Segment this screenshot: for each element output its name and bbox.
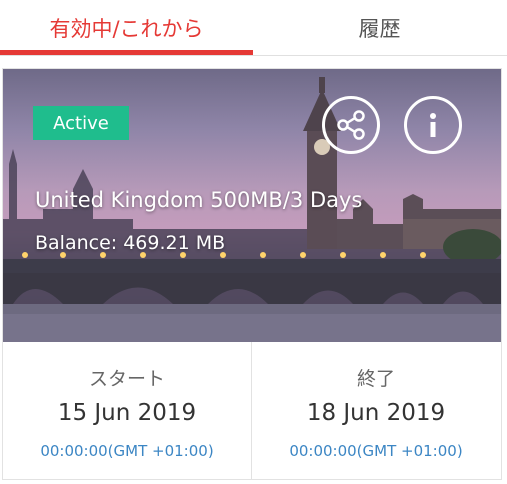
status-badge-text: Active — [53, 112, 109, 134]
plan-dates: スタート 15 Jun 2019 00:00:00(GMT +01:00) 終了… — [3, 342, 501, 479]
tab-active-upcoming-label: 有効中/これから — [49, 17, 204, 41]
tab-indicator — [0, 50, 253, 55]
tab-history[interactable]: 履歴 — [253, 0, 506, 56]
status-badge: Active — [33, 106, 129, 140]
share-button[interactable] — [322, 96, 380, 154]
end-date: 18 Jun 2019 — [306, 400, 446, 426]
plan-title: United Kingdom 500MB/3 Days — [35, 188, 363, 212]
tab-active-upcoming[interactable]: 有効中/これから — [0, 0, 253, 56]
start-time: 00:00:00(GMT +01:00) — [40, 442, 214, 460]
start-date: 15 Jun 2019 — [57, 400, 197, 426]
share-icon — [337, 110, 365, 140]
end-label: 終了 — [356, 368, 395, 390]
plan-hero-image: Active United Kingdom 500MB/3 Days Balan… — [3, 69, 501, 342]
start-column: スタート 15 Jun 2019 00:00:00(GMT +01:00) — [3, 342, 251, 479]
plan-balance: Balance: 469.21 MB — [35, 232, 226, 254]
tab-history-label: 履歴 — [358, 17, 401, 41]
info-icon — [430, 113, 436, 137]
end-column: 終了 18 Jun 2019 00:00:00(GMT +01:00) — [252, 342, 500, 479]
tab-bar: 有効中/これから 履歴 — [0, 0, 507, 56]
end-time: 00:00:00(GMT +01:00) — [289, 442, 463, 460]
plan-card[interactable]: Active United Kingdom 500MB/3 Days Balan… — [2, 68, 502, 480]
start-label: スタート — [88, 368, 165, 390]
info-button[interactable] — [404, 96, 462, 154]
